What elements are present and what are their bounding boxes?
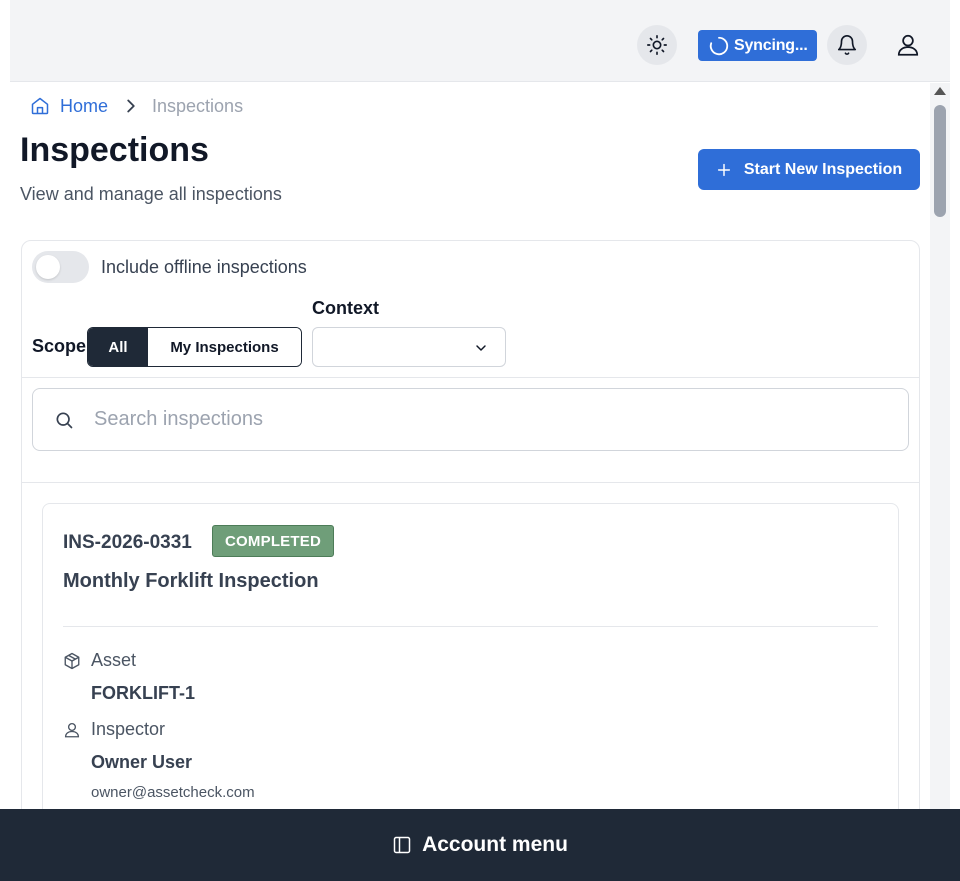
start-new-inspection-label: Start New Inspection: [743, 160, 903, 178]
context-label: Context: [312, 298, 379, 318]
sync-label: Syncing...: [734, 36, 808, 54]
spinner-icon: [709, 36, 729, 55]
page-subtitle: View and manage all inspections: [20, 184, 282, 204]
scrollbar[interactable]: [930, 83, 950, 809]
chevron-down-icon: [476, 345, 486, 351]
inspector-name: Owner User: [91, 752, 193, 772]
profile-button[interactable]: [888, 25, 928, 65]
inspections-panel: Include offline inspections Scope All My…: [21, 240, 920, 809]
scope-segmented-control: All My Inspections: [87, 327, 302, 367]
search-box: [32, 388, 909, 451]
home-icon: [31, 97, 49, 115]
account-menu-label: Account menu: [422, 833, 568, 856]
breadcrumb: Home Inspections: [30, 95, 243, 117]
theme-toggle-button[interactable]: [637, 25, 677, 65]
context-select[interactable]: [312, 327, 506, 367]
user-icon: [897, 34, 919, 56]
chevron-right-icon: [127, 99, 135, 113]
breadcrumb-home-label: Home: [60, 95, 109, 116]
search-icon: [56, 412, 72, 428]
top-bar: Syncing...: [10, 0, 950, 82]
inspection-card[interactable]: INS-2026-0331 COMPLETED Monthly Forklift…: [42, 503, 899, 809]
box-icon: [64, 652, 80, 670]
plus-icon: [717, 163, 730, 176]
user-icon: [64, 722, 80, 738]
inspection-title: Monthly Forklift Inspection: [63, 570, 319, 592]
offline-toggle-label: Include offline inspections: [101, 257, 307, 277]
scope-option-my-inspections[interactable]: My Inspections: [148, 328, 301, 366]
sync-status-button[interactable]: Syncing...: [698, 30, 817, 61]
offline-inspections-toggle[interactable]: [32, 251, 89, 283]
account-menu-bar[interactable]: Account menu: [0, 809, 960, 881]
sidebar-icon: [393, 836, 411, 854]
inspector-label: Inspector: [91, 719, 166, 739]
notifications-button[interactable]: [827, 25, 867, 65]
start-new-inspection-button[interactable]: Start New Inspection: [698, 149, 920, 190]
scrollbar-thumb[interactable]: [934, 105, 946, 217]
card-divider: [63, 626, 878, 627]
inspection-id: INS-2026-0331: [63, 532, 192, 553]
breadcrumb-home-link[interactable]: Home: [30, 96, 108, 117]
asset-label: Asset: [91, 650, 137, 670]
main-content: Home Inspections Inspections View and ma…: [10, 83, 930, 809]
asset-value: FORKLIFT-1: [91, 683, 195, 703]
divider: [22, 482, 919, 483]
scope-option-all[interactable]: All: [88, 328, 148, 366]
inspector-email: owner@assetcheck.com: [91, 784, 255, 801]
status-badge: COMPLETED: [212, 525, 334, 557]
scope-label: Scope: [32, 336, 87, 356]
sun-icon: [647, 35, 667, 55]
toggle-knob: [36, 255, 60, 279]
breadcrumb-current: Inspections: [152, 95, 244, 116]
scroll-up-arrow[interactable]: [934, 87, 946, 95]
divider: [22, 377, 919, 378]
bell-icon: [837, 35, 857, 56]
search-input[interactable]: [94, 408, 794, 431]
page-title: Inspections: [20, 131, 209, 169]
